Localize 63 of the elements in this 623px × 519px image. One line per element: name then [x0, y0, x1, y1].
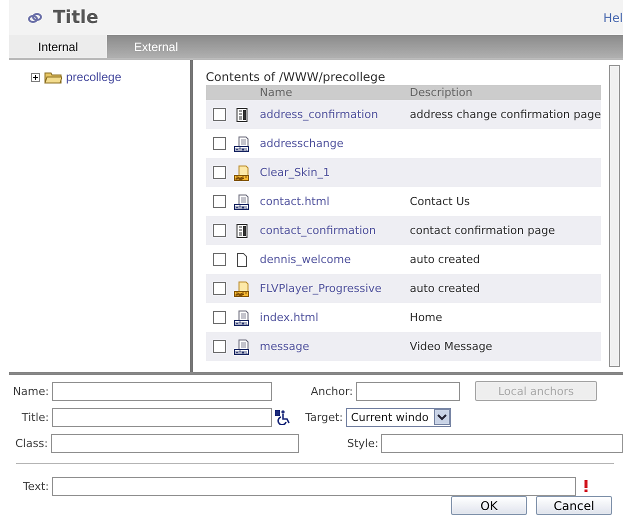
- file-name-link[interactable]: message: [260, 340, 410, 353]
- field-label: Anchor:: [310, 384, 354, 398]
- file-name-link[interactable]: dennis_welcome: [260, 253, 410, 266]
- field-label: Style:: [346, 436, 380, 450]
- file-description: Video Message: [410, 340, 492, 353]
- scrollbar[interactable]: [609, 65, 620, 367]
- folder-label[interactable]: precollege: [66, 70, 122, 84]
- checkbox[interactable]: [212, 137, 226, 150]
- file-name-link[interactable]: index.html: [260, 311, 410, 324]
- checkbox[interactable]: [212, 311, 226, 324]
- accessibility-icon[interactable]: [274, 409, 292, 425]
- title-field[interactable]: [52, 408, 272, 426]
- html-file-icon: [234, 194, 250, 210]
- field-label: Class:: [14, 436, 49, 450]
- file-name-link[interactable]: addresschange: [260, 137, 410, 150]
- checkbox[interactable]: [212, 224, 226, 237]
- expand-toggle-icon[interactable]: [31, 72, 40, 82]
- html-file-icon: [234, 338, 250, 354]
- name-field[interactable]: [52, 382, 272, 400]
- class-field[interactable]: [50, 434, 300, 452]
- field-label: Name:: [12, 384, 50, 398]
- column-header: Description: [410, 86, 472, 99]
- file-description: auto created: [410, 282, 480, 295]
- checkbox[interactable]: [212, 108, 226, 121]
- file-name-link[interactable]: contact_confirmation: [260, 224, 410, 237]
- file-name-link[interactable]: Clear_Skin_1: [260, 166, 410, 179]
- html-file-icon: [234, 310, 250, 326]
- column-header: Name: [260, 86, 294, 99]
- contents-heading: Contents of /WWW/precollege: [206, 70, 386, 85]
- target-dropdown[interactable]: Current windo: [346, 408, 451, 426]
- flash-file-icon: [234, 280, 250, 296]
- file-name-link[interactable]: FLVPlayer_Progressive: [260, 282, 410, 295]
- file-description: Home: [410, 311, 442, 324]
- help-link[interactable]: Hel: [603, 10, 623, 24]
- text-field[interactable]: [52, 476, 576, 496]
- dialog-title: Title: [53, 7, 98, 28]
- field-label: Text:: [22, 480, 50, 492]
- flash-file-icon: [234, 164, 250, 180]
- html-file-icon: [234, 136, 250, 152]
- cancel-button[interactable]: Cancel: [536, 496, 612, 515]
- checkbox[interactable]: [212, 253, 226, 266]
- checkbox[interactable]: [212, 166, 226, 179]
- anchor-field[interactable]: [356, 382, 460, 400]
- checkbox[interactable]: [212, 195, 226, 208]
- folder-icon: [44, 70, 62, 84]
- file-description: contact confirmation page: [410, 224, 555, 237]
- file-name-link[interactable]: address_confirmation: [260, 108, 410, 121]
- file-description: address change confirmation page: [410, 108, 601, 121]
- field-label: Target:: [304, 410, 344, 424]
- field-label: Title:: [20, 410, 50, 424]
- file-description: auto created: [410, 253, 480, 266]
- link-icon: [27, 12, 43, 24]
- file-name-link[interactable]: contact.html: [260, 195, 410, 208]
- document-icon: [234, 222, 250, 238]
- checkbox[interactable]: [212, 282, 226, 295]
- style-field[interactable]: [381, 434, 623, 452]
- document-icon: [234, 106, 250, 122]
- checkbox[interactable]: [212, 340, 226, 353]
- chevron-down-icon: [434, 409, 450, 425]
- ok-button[interactable]: OK: [451, 496, 527, 515]
- tab[interactable]: Internal: [9, 35, 107, 58]
- required-icon: [584, 480, 588, 492]
- file-description: Contact Us: [410, 195, 470, 208]
